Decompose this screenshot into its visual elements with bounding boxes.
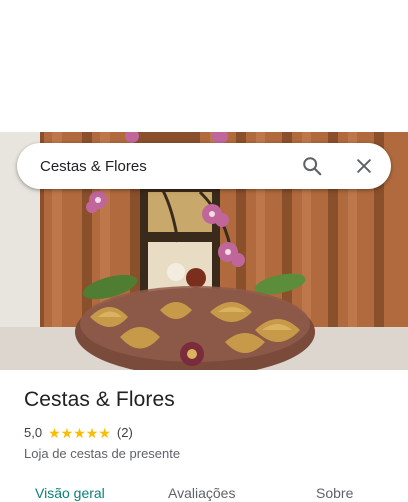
search-input[interactable]: Cestas & Flores — [40, 158, 289, 175]
place-title: Cestas & Flores — [24, 388, 175, 411]
search-button[interactable] — [289, 143, 335, 189]
star-icon: ★ — [73, 424, 86, 441]
star-icon: ★ — [98, 424, 111, 441]
tab-about[interactable]: Sobre — [316, 485, 353, 501]
map-area-blank — [0, 0, 408, 132]
search-bar[interactable]: Cestas & Flores — [17, 143, 391, 189]
rating-value: 5,0 — [24, 425, 43, 440]
place-category[interactable]: Loja de cestas de presente — [24, 446, 180, 461]
place-tabs: Visão geral Avaliações Sobre — [0, 480, 408, 502]
tab-reviews[interactable]: Avaliações — [168, 485, 235, 501]
search-icon — [303, 157, 322, 176]
place-info-panel: Cestas & Flores 5,0 ★ ★ ★ ★ ★ (2) Loja d… — [0, 370, 408, 502]
rating-stars: ★ ★ ★ ★ ★ — [48, 426, 111, 440]
star-icon: ★ — [85, 424, 99, 441]
close-button[interactable] — [341, 143, 387, 189]
close-icon — [357, 159, 371, 173]
tab-overview[interactable]: Visão geral — [35, 485, 105, 501]
review-count[interactable]: (2) — [117, 425, 133, 440]
rating-row[interactable]: 5,0 ★ ★ ★ ★ ★ (2) — [24, 425, 133, 440]
star-icon: ★ — [48, 424, 61, 441]
star-icon: ★ — [60, 424, 74, 441]
